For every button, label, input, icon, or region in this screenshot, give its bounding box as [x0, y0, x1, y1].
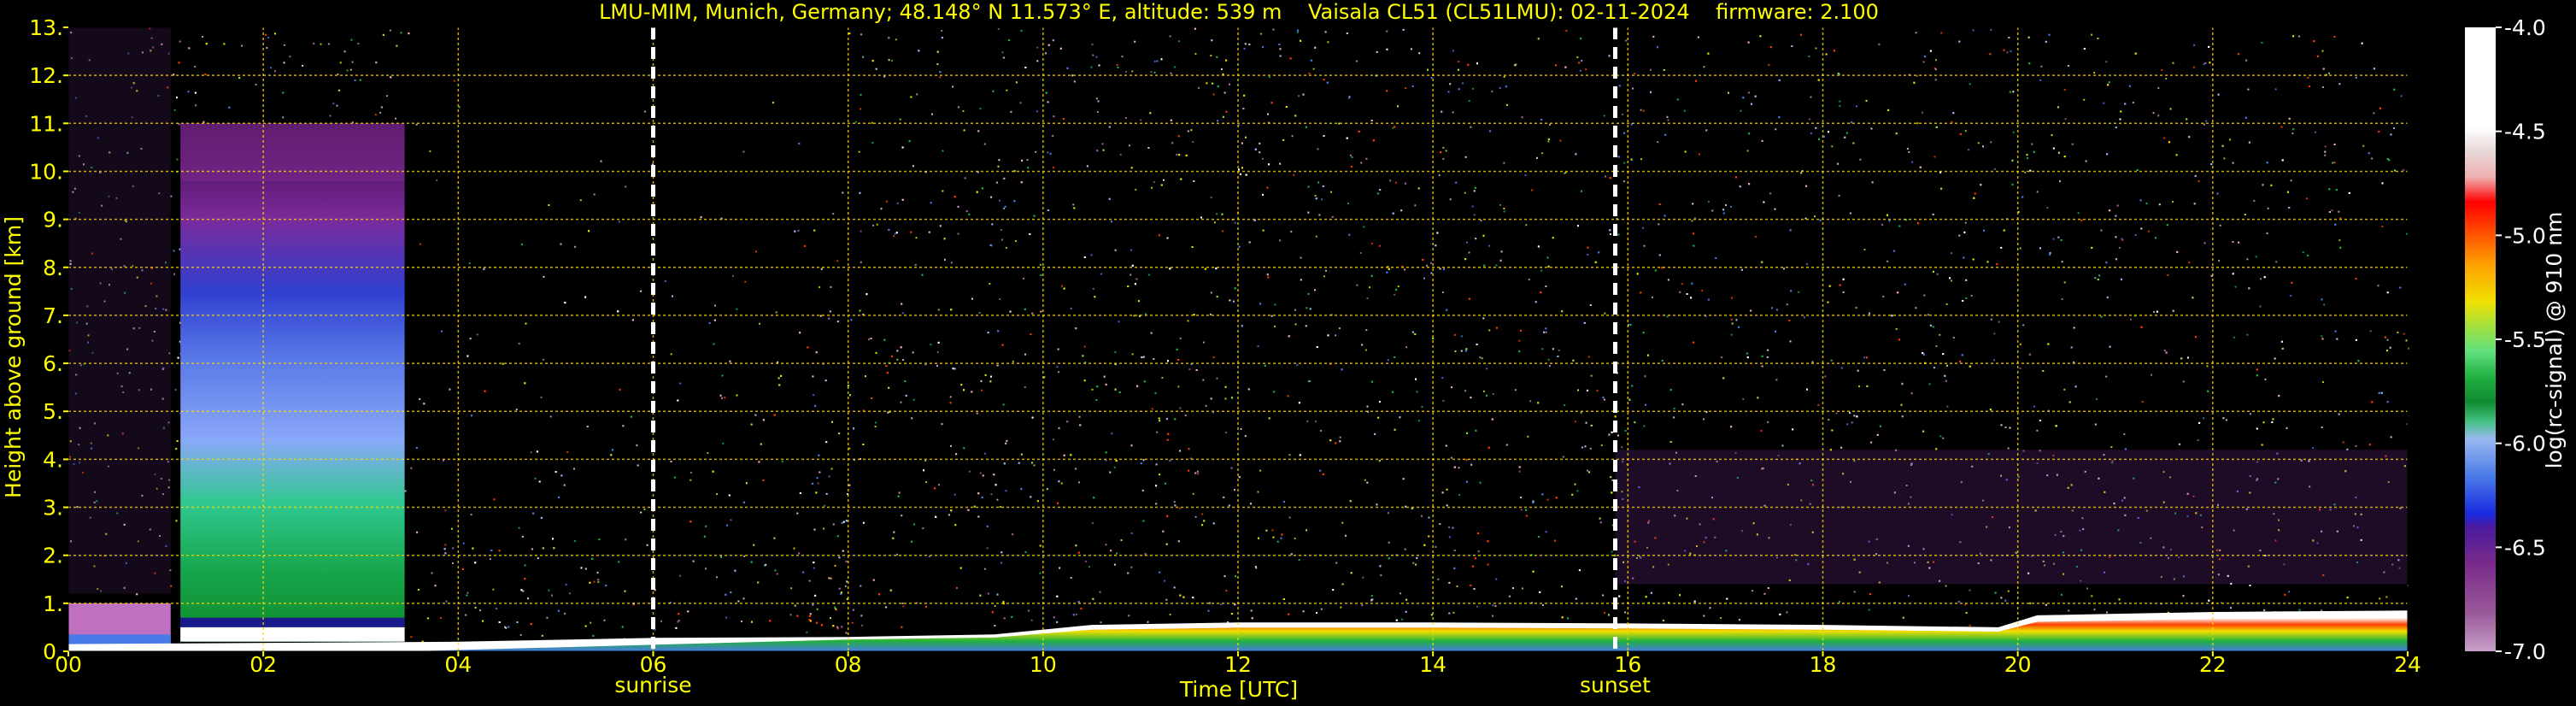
colorbar-label: log(rc-signal) @ 910 nm [2542, 212, 2567, 469]
colorbar-tick-label: -5.5 [2504, 327, 2546, 352]
chart-title: LMU-MIM, Munich, Germany; 48.148° N 11.5… [599, 0, 1879, 24]
x-tick-label: 08 [835, 652, 862, 677]
x-tick-label: 18 [1810, 652, 1837, 677]
cloud-top [180, 123, 405, 181]
y-tick-label: 1. [43, 591, 63, 616]
cloud-base-white [180, 627, 405, 642]
colorbar-tick-label: -5.0 [2504, 223, 2546, 248]
y-tick-label: 8. [43, 256, 63, 280]
x-tick-label: 22 [2199, 652, 2227, 677]
colorbar-tick-label: -4.5 [2504, 120, 2546, 144]
colorbar-tick-label: -6.5 [2504, 535, 2546, 560]
y-tick-label: 5. [43, 399, 63, 424]
colorbar-gradient [2465, 27, 2496, 651]
y-tick-label: 13. [29, 15, 63, 40]
colorbar: -4.0 -4.5 -5.0 -5.5 -6.0 -6.5 -7.0 [2465, 15, 2546, 664]
early-haze [68, 27, 171, 594]
x-tick-label: 20 [2004, 652, 2032, 677]
y-tick-label: 10. [29, 159, 63, 184]
x-tick-label: 02 [249, 652, 277, 677]
cloud-block [180, 123, 405, 652]
x-tick-label: 06 [640, 652, 667, 677]
y-tick-label: 2. [43, 544, 63, 568]
x-tick-label: 12 [1224, 652, 1252, 677]
y-tick-label: 6. [43, 351, 63, 376]
lower-haze [1615, 450, 2408, 585]
y-tick-label: 4. [43, 447, 63, 472]
y-axis-label: Height above ground [km] [1, 216, 26, 498]
y-tick-label: 12. [29, 63, 63, 88]
x-tick-label: 24 [2394, 652, 2421, 677]
colorbar-tick-label: -6.0 [2504, 432, 2546, 456]
y-tick-label: 11. [29, 111, 63, 136]
colorbar-tick-label: -4.0 [2504, 15, 2546, 40]
y-tick-label: 0. [43, 639, 63, 664]
x-axis-label: Time [UTC] [1179, 677, 1298, 702]
y-tick-label: 3. [43, 496, 63, 521]
ceilometer-plot: sunrise sunset 00 02 04 06 08 10 12 14 16 18 20 22 24… [0, 0, 2576, 706]
x-tick-label: 14 [1419, 652, 1446, 677]
x-tick-label: 04 [444, 652, 472, 677]
plot-svg: sunrise sunset 00 02 04 06 08 10 12 14 16 18 20 22 24… [1, 0, 2567, 702]
y-tick-label: 7. [43, 303, 63, 328]
y-tick-label: 9. [43, 208, 63, 232]
x-tick-label: 16 [1614, 652, 1641, 677]
x-tick-label: 10 [1030, 652, 1057, 677]
colorbar-tick-label: -7.0 [2504, 639, 2546, 664]
cloud-base-band [180, 617, 405, 627]
